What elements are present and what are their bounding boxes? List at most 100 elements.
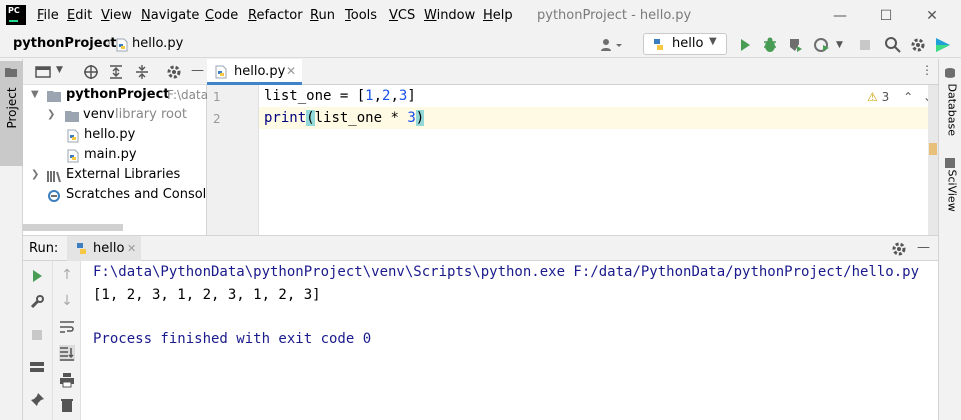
project-tool-window-tab[interactable]: Project <box>0 61 23 166</box>
line-number: 2 <box>213 112 221 126</box>
tree-item-label: External Libraries <box>66 167 181 182</box>
tree-item-label: hello.py <box>84 127 136 142</box>
more-options-icon[interactable]: ⋮ <box>921 63 933 77</box>
code-token: , <box>390 88 399 104</box>
menu-tools[interactable]: Tools <box>345 8 377 23</box>
debug-icon[interactable] <box>761 36 779 54</box>
editor: hello.py ✕ ⋮ 1 2 list_one = [1,2,3] prin… <box>207 59 938 235</box>
chevron-right-icon[interactable]: ❯ <box>31 169 39 180</box>
vertical-scrollbar[interactable] <box>928 85 938 235</box>
run-configuration-select[interactable]: hello ▼ <box>643 33 727 55</box>
menu-edit[interactable]: Edit <box>67 8 92 23</box>
project-view-icon[interactable] <box>35 64 51 80</box>
arrow-down-icon[interactable]: ↓ <box>59 293 75 309</box>
chevron-down-icon[interactable]: ▼ <box>56 65 63 75</box>
tab-label: hello.py <box>234 64 286 79</box>
project-toolbar: ▼ — <box>23 59 207 85</box>
warning-icon: ⚠ <box>867 90 878 104</box>
code-line[interactable]: list_one = [1,2,3] <box>264 88 416 104</box>
stop-icon[interactable] <box>29 327 45 343</box>
scroll-to-end-icon[interactable] <box>59 345 75 361</box>
navigation-bar: pythonProject › hello.py hello ▼ ▼ <box>0 32 961 58</box>
menu-code[interactable]: Code <box>205 8 238 23</box>
collapse-all-icon[interactable] <box>134 64 150 80</box>
menu-navigate[interactable]: Navigate <box>141 8 199 23</box>
console-command-line: F:\data\PythonData\pythonProject\venv\Sc… <box>93 264 920 280</box>
gear-icon[interactable] <box>166 64 182 80</box>
library-icon <box>47 171 61 183</box>
line-number: 1 <box>213 90 221 104</box>
title-bar: PC File Edit View Navigate Code Refactor Run To… <box>0 0 961 32</box>
left-tool-stripe-lower <box>0 235 23 420</box>
jetbrains-toolbox-icon[interactable] <box>934 36 952 54</box>
code-builtin: print <box>264 110 307 126</box>
wrench-icon[interactable] <box>29 294 45 310</box>
stop-icon[interactable] <box>856 36 874 54</box>
maximize-icon[interactable]: ☐ <box>876 6 896 26</box>
menu-run[interactable]: Run <box>310 8 335 23</box>
minimize-panel-icon[interactable]: — <box>917 240 930 255</box>
chevron-down-icon[interactable]: ▼ <box>836 40 854 58</box>
menu-refactor[interactable]: Refactor <box>248 8 303 23</box>
menu-help[interactable]: Help <box>483 8 513 23</box>
previous-highlight-icon[interactable]: ⌃ <box>903 90 913 104</box>
sciview-tool-window-tab[interactable]: SciView <box>946 170 959 230</box>
close-icon[interactable]: ✕ <box>922 6 942 26</box>
menu-vcs[interactable]: VCS <box>389 8 415 23</box>
profile-icon[interactable] <box>813 36 831 54</box>
menu-file[interactable]: File <box>37 8 59 23</box>
menu-view[interactable]: View <box>101 8 132 23</box>
close-tab-icon[interactable]: ✕ <box>127 242 136 255</box>
line-number-gutter: 1 2 <box>207 85 259 235</box>
breadcrumb-project[interactable]: pythonProject <box>13 36 117 51</box>
minimize-icon[interactable]: — <box>830 6 850 26</box>
coverage-icon[interactable] <box>787 36 805 54</box>
trash-icon[interactable] <box>59 397 75 413</box>
run-console[interactable]: F:\data\PythonData\pythonProject\venv\Sc… <box>81 261 938 420</box>
chevron-down-icon: ▼ <box>709 36 717 47</box>
minimize-panel-icon[interactable]: — <box>191 63 204 78</box>
run-tab-hello[interactable]: hello ✕ <box>67 236 141 262</box>
user-icon[interactable] <box>600 38 624 52</box>
breadcrumb-separator: › <box>106 36 112 51</box>
arrow-up-icon[interactable]: ↑ <box>59 267 75 283</box>
breadcrumb-file[interactable]: hello.py <box>132 36 183 51</box>
project-tab-label: Project <box>5 87 19 129</box>
gear-icon[interactable] <box>891 241 907 257</box>
editor-tab-bar: hello.py ✕ ⋮ <box>207 59 938 85</box>
scrollbar-marker <box>929 143 937 155</box>
code-line[interactable]: print(list_one * 3) <box>264 110 425 126</box>
run-toolbar-secondary: ↑ ↓ <box>53 261 81 420</box>
code-token: list_one * <box>314 110 408 126</box>
tab-hello-py[interactable]: hello.py ✕ <box>207 59 302 85</box>
tree-item-note: library root <box>115 107 188 122</box>
expand-all-icon[interactable] <box>108 64 124 80</box>
python-file-icon <box>67 129 79 143</box>
soft-wrap-icon[interactable] <box>59 319 75 335</box>
run-toolbar-primary <box>23 261 53 420</box>
print-icon[interactable] <box>59 372 75 388</box>
code-number: 3 <box>407 110 416 126</box>
database-icon <box>945 68 955 78</box>
database-tool-window-tab[interactable]: Database <box>946 84 959 144</box>
chevron-right-icon[interactable]: ❯ <box>47 109 55 120</box>
inspection-widget[interactable]: ⚠ 3 ⌃ ⌄ <box>867 90 933 104</box>
horizontal-scrollbar[interactable] <box>23 224 123 231</box>
python-icon <box>654 39 663 50</box>
chevron-down-icon[interactable]: ▼ <box>31 89 39 100</box>
console-exit-line: Process finished with exit code 0 <box>93 331 372 347</box>
code-token: , <box>373 88 383 104</box>
layout-icon[interactable] <box>29 359 45 375</box>
locate-icon[interactable] <box>83 64 99 80</box>
rerun-icon[interactable] <box>29 268 45 284</box>
settings-icon[interactable] <box>909 36 927 54</box>
window-title: pythonProject - hello.py <box>537 8 692 23</box>
run-tab-label: hello <box>93 241 125 256</box>
pin-icon[interactable] <box>29 392 45 408</box>
search-icon[interactable] <box>884 36 902 54</box>
folder-icon <box>65 111 79 122</box>
run-icon[interactable] <box>736 36 754 54</box>
menu-window[interactable]: Window <box>424 8 475 23</box>
close-tab-icon[interactable]: ✕ <box>286 64 296 78</box>
tree-item-label: Scratches and Consoles <box>66 187 222 202</box>
